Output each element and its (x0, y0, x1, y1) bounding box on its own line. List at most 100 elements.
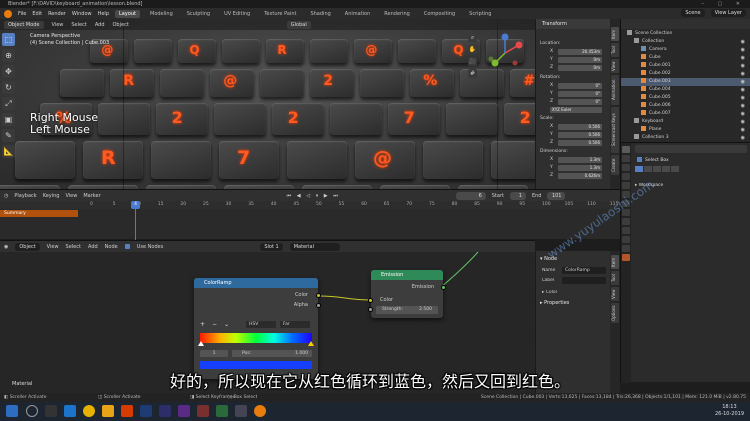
menu-file[interactable]: File (18, 11, 26, 17)
rotation-z-field[interactable]: 0° (558, 99, 602, 105)
location-x-field[interactable]: 26.453m (558, 49, 602, 55)
visibility-eye-icon[interactable]: ◉ (741, 126, 745, 134)
render-properties-tab-icon[interactable] (622, 155, 630, 162)
outliner-row[interactable]: Keyboard ◉ (621, 118, 750, 126)
grid-icon[interactable]: # (468, 69, 477, 78)
remove-stop-button[interactable]: − (212, 321, 217, 328)
data-properties-tab-icon[interactable] (622, 245, 630, 252)
timeline-menu-marker[interactable]: Marker (83, 193, 100, 199)
location-y-field[interactable]: 0m (558, 57, 602, 63)
tab-texture-paint[interactable]: Texture Paint (260, 10, 300, 18)
emission-color-socket[interactable] (368, 298, 373, 303)
emission-node-header[interactable]: Emission (371, 270, 443, 280)
timeline[interactable]: ◷ Playback Keying View Marker ⏮ ◀ ◁ ⏸ ▶ … (0, 189, 620, 240)
navigation-gizmo[interactable] (485, 33, 525, 73)
rotation-y-field[interactable]: 0° (558, 91, 602, 97)
move-tool-icon[interactable]: ✥ (2, 65, 15, 78)
tab-sculpting[interactable]: Sculpting (183, 10, 214, 18)
node-tab-options[interactable]: Options (611, 303, 619, 323)
menu-render[interactable]: Render (48, 11, 66, 17)
stop-position-field[interactable]: Pos: 1.000 (232, 350, 312, 357)
outliner-row[interactable]: Camera ◉ (621, 46, 750, 54)
color-ramp-gradient[interactable] (200, 333, 312, 343)
visibility-eye-icon[interactable]: ◉ (741, 118, 745, 126)
colorramp-menu-button[interactable]: ⌄ (224, 321, 229, 328)
emission-node[interactable]: Emission Emission Color Strength: 2.500 (368, 270, 446, 318)
visibility-eye-icon[interactable]: ◉ (741, 62, 745, 70)
outliner-row[interactable]: Cube.001 ◉ (621, 62, 750, 70)
visibility-eye-icon[interactable]: ◉ (741, 78, 745, 86)
next-key-icon[interactable]: ▶ (324, 193, 330, 199)
dimensions-y-field[interactable]: 1.3m (558, 165, 602, 171)
transform-tool-icon[interactable]: ▣ (2, 113, 15, 126)
select-box-tool-icon[interactable]: ⬚ (2, 33, 15, 46)
material-properties-tab-icon[interactable] (622, 254, 630, 261)
color-mode-dropdown[interactable]: HSV (246, 321, 276, 328)
visibility-eye-icon[interactable]: ◉ (741, 38, 745, 46)
tab-animation[interactable]: Animation (341, 10, 375, 18)
constraints-properties-tab-icon[interactable] (622, 236, 630, 243)
colorramp-node-header[interactable]: ColorRamp (194, 278, 318, 288)
window-controls[interactable]: – ▢ ✕ (701, 0, 746, 8)
viewport-menu-view[interactable]: View (52, 22, 64, 28)
photoshop-icon[interactable] (140, 405, 152, 417)
active-stop-index[interactable]: 1 (200, 350, 228, 357)
timeline-menu-view[interactable]: View (65, 193, 77, 199)
tab-shading[interactable]: Shading (306, 10, 334, 18)
visibility-eye-icon[interactable]: ◉ (741, 134, 745, 142)
edge-browser-icon[interactable] (64, 405, 76, 417)
particles-properties-tab-icon[interactable] (622, 218, 630, 225)
visibility-eye-icon[interactable]: ◉ (741, 54, 745, 62)
outliner-row[interactable]: Plane ◉ (621, 126, 750, 134)
after-effects-icon[interactable] (178, 405, 190, 417)
emission-strength-socket[interactable] (368, 307, 373, 312)
start-frame-field[interactable]: 1 (509, 191, 526, 200)
measure-tool-icon[interactable]: 📐 (2, 145, 15, 158)
camera-view-icon[interactable]: 🎥 (468, 57, 477, 66)
menu-help[interactable]: Help (98, 11, 109, 17)
mode-subtract-icon[interactable] (653, 166, 661, 172)
scale-y-field[interactable]: 0.506 (558, 132, 602, 138)
premiere-icon[interactable] (159, 405, 171, 417)
jump-start-icon[interactable]: ⏮ (287, 193, 294, 199)
tab-modeling[interactable]: Modeling (146, 10, 177, 18)
node-color-section[interactable]: ▸ Color (542, 290, 557, 295)
timeline-menu-playback[interactable]: Playback (14, 193, 36, 199)
node-name-field[interactable]: ColorRamp (562, 267, 606, 274)
outliner-row[interactable]: Collection ◉ (621, 38, 750, 46)
current-frame-field[interactable]: 6 (455, 191, 486, 200)
transform-header[interactable]: Transform (536, 19, 610, 29)
mode-extend-icon[interactable] (644, 166, 652, 172)
color-stop-1-handle[interactable] (308, 341, 314, 346)
properties-search[interactable] (635, 145, 747, 153)
colorramp-alpha-socket[interactable] (316, 303, 321, 308)
annotate-tool-icon[interactable]: ✎ (2, 129, 15, 142)
node-properties-section[interactable]: ▸ Properties (540, 300, 569, 306)
node-label-field[interactable] (562, 277, 606, 284)
mode-intersect-icon[interactable] (671, 166, 679, 172)
hue-interpolation-dropdown[interactable]: Far (280, 321, 310, 328)
blender-logo-icon[interactable] (4, 9, 12, 18)
dimensions-z-field[interactable]: 0.626m (558, 173, 602, 179)
object-mode-dropdown[interactable]: Object Mode (4, 20, 44, 29)
outliner-row[interactable]: Collection 3 ◉ (621, 134, 750, 142)
node-tab-tool[interactable]: Tool (611, 271, 619, 285)
visibility-eye-icon[interactable]: ◉ (741, 102, 745, 110)
view-layer-selector[interactable]: View Layer (710, 9, 746, 17)
rotation-mode-dropdown[interactable]: XYZ Euler (550, 107, 602, 113)
visibility-eye-icon[interactable]: ◉ (741, 46, 745, 54)
view-layer-properties-tab-icon[interactable] (622, 173, 630, 180)
task-view-icon[interactable] (45, 405, 57, 417)
play-reverse-icon[interactable]: ◁ (306, 193, 312, 199)
emission-output-socket[interactable] (441, 285, 446, 290)
visibility-eye-icon[interactable]: ◉ (741, 110, 745, 118)
tab-scripting[interactable]: Scripting (465, 10, 495, 18)
outliner-scene-collection[interactable]: Scene Collection (621, 30, 750, 38)
tool-properties-tab-icon[interactable] (622, 146, 630, 153)
tab-compositing[interactable]: Compositing (420, 10, 459, 18)
tab-tool[interactable]: Tool (611, 43, 619, 57)
visibility-eye-icon[interactable]: ◉ (741, 70, 745, 78)
summary-channel[interactable]: Summary (0, 210, 78, 217)
strength-field[interactable]: Strength: 2.500 (376, 306, 438, 314)
rotation-x-field[interactable]: 0° (558, 83, 602, 89)
